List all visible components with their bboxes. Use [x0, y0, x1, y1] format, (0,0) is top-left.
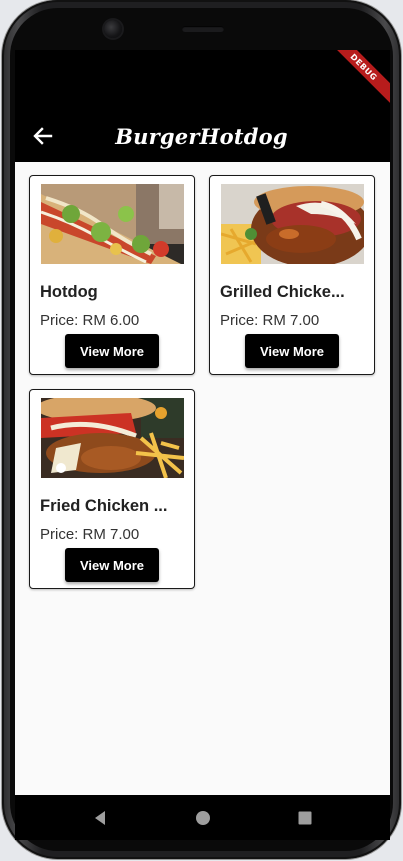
debug-banner-wrap: DEBUG: [330, 50, 390, 110]
product-card[interactable]: Grilled Chicke... Price: RM 7.00 View Mo…: [209, 175, 375, 375]
page-title: BurgerHotdog: [115, 123, 288, 149]
product-name: Hotdog: [40, 283, 98, 301]
product-price: Price: RM 6.00: [40, 312, 140, 329]
view-more-button[interactable]: View More: [65, 548, 159, 582]
product-price: Price: RM 7.00: [40, 526, 140, 543]
product-image: [221, 184, 364, 264]
view-more-button[interactable]: View More: [65, 334, 159, 368]
nav-back-button[interactable]: [87, 805, 113, 831]
app-bar: BurgerHotdog: [15, 110, 390, 162]
nav-home-button[interactable]: [190, 805, 216, 831]
product-image: [41, 184, 184, 264]
view-more-button[interactable]: View More: [245, 334, 339, 368]
square-recents-icon: [298, 811, 312, 825]
product-card[interactable]: Hotdog Price: RM 6.00 View More: [29, 175, 195, 375]
triangle-back-icon: [95, 811, 105, 825]
product-name: Fried Chicken ...: [40, 497, 168, 515]
earpiece-speaker: [182, 26, 224, 32]
front-camera: [104, 20, 122, 38]
debug-banner: DEBUG: [330, 50, 390, 106]
circle-home-icon: [196, 811, 210, 825]
product-price: Price: RM 7.00: [220, 312, 320, 329]
product-name: Grilled Chicke...: [220, 283, 345, 301]
nav-recents-button[interactable]: [292, 805, 318, 831]
product-image: [41, 398, 184, 478]
system-navigation-bar: [15, 795, 390, 840]
product-card[interactable]: Fried Chicken ... Price: RM 7.00 View Mo…: [29, 389, 195, 589]
screen: DEBUG BurgerHotdog Hotdog Price: RM 6.00…: [15, 50, 390, 795]
